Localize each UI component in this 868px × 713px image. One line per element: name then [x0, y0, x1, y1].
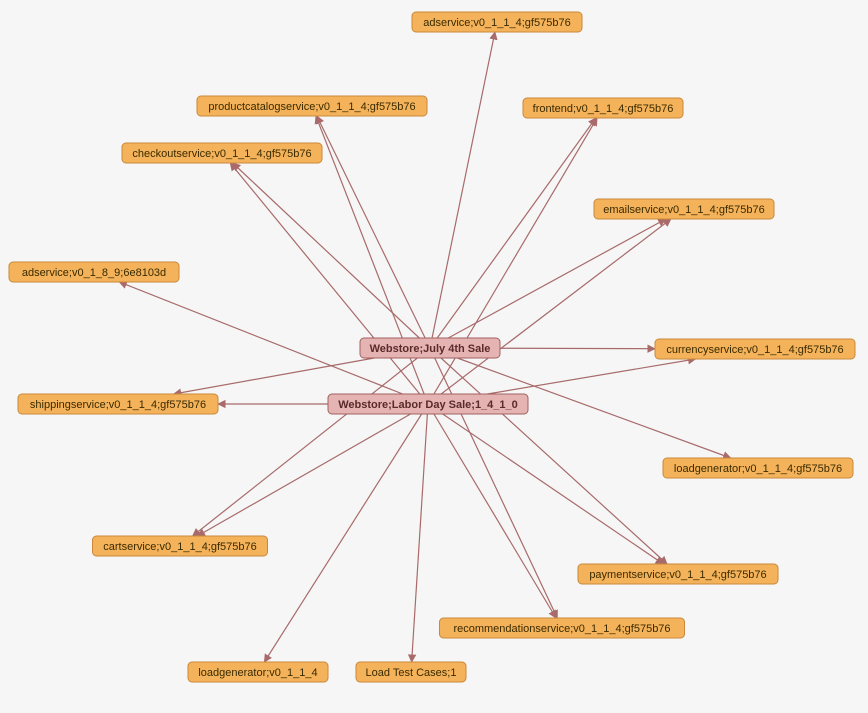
node-payment[interactable]: paymentservice;v0_1_1_4;gf575b76: [578, 564, 778, 584]
node-frontend[interactable]: frontend;v0_1_1_4;gf575b76: [523, 98, 683, 118]
edge-webstore_july4-to-payment: [441, 358, 667, 564]
edge-webstore_labor-to-payment: [443, 414, 664, 564]
node-webstore_july4[interactable]: Webstore;July 4th Sale: [360, 338, 500, 358]
dependency-graph[interactable]: Webstore;July 4th Sale Webstore;Labor Day…: [0, 0, 868, 713]
edge-webstore_july4-to-shipping: [174, 358, 375, 394]
node-currency[interactable]: currencyservice;v0_1_1_4;gf575b76: [655, 339, 855, 359]
edge-webstore_labor-to-cartservice: [197, 414, 410, 536]
edge-webstore_labor-to-checkout: [230, 163, 420, 394]
node-prodcatalog[interactable]: productcatalogservice;v0_1_1_4;gf575b76: [197, 96, 427, 116]
edge-webstore_labor-to-recommend: [434, 414, 556, 618]
node-cartservice[interactable]: cartservice;v0_1_1_4;gf575b76: [93, 536, 268, 556]
node-loadgen_plain[interactable]: loadgenerator;v0_1_1_4: [188, 662, 328, 682]
edge-webstore_july4-to-emailservice: [448, 219, 665, 338]
node-shipping[interactable]: shippingservice;v0_1_1_4;gf575b76: [18, 394, 218, 414]
edge-webstore_labor-to-adservice_v0189: [119, 282, 402, 394]
edge-webstore_july4-to-adservice_v0114: [432, 32, 495, 338]
node-webstore_labor[interactable]: Webstore;Labor Day Sale;1_4_1_0: [328, 394, 528, 414]
node-recommend[interactable]: recommendationservice;v0_1_1_4;gf575b76: [440, 618, 685, 638]
edge-webstore_labor-to-loadgen_plain: [264, 414, 421, 662]
node-loadtest[interactable]: Load Test Cases;1: [356, 662, 466, 682]
node-loadgen_gf[interactable]: loadgenerator;v0_1_1_4;gf575b76: [663, 458, 853, 478]
node-adservice_v0114[interactable]: adservice;v0_1_1_4;gf575b76: [412, 12, 582, 32]
edge-webstore_labor-to-emailservice: [441, 219, 671, 394]
node-checkout[interactable]: checkoutservice;v0_1_1_4;gf575b76: [122, 143, 322, 163]
edge-webstore_labor-to-currency: [487, 359, 695, 394]
edge-webstore_july4-to-prodcatalog: [317, 116, 425, 338]
edge-webstore_labor-to-loadtest: [412, 414, 428, 662]
edge-webstore_july4-to-frontend: [437, 118, 596, 338]
node-emailservice[interactable]: emailservice;v0_1_1_4;gf575b76: [594, 199, 774, 219]
node-adservice_v0189[interactable]: adservice;v0_1_8_9;6e8103d: [9, 262, 179, 282]
edge-webstore_july4-to-checkout: [233, 163, 420, 338]
